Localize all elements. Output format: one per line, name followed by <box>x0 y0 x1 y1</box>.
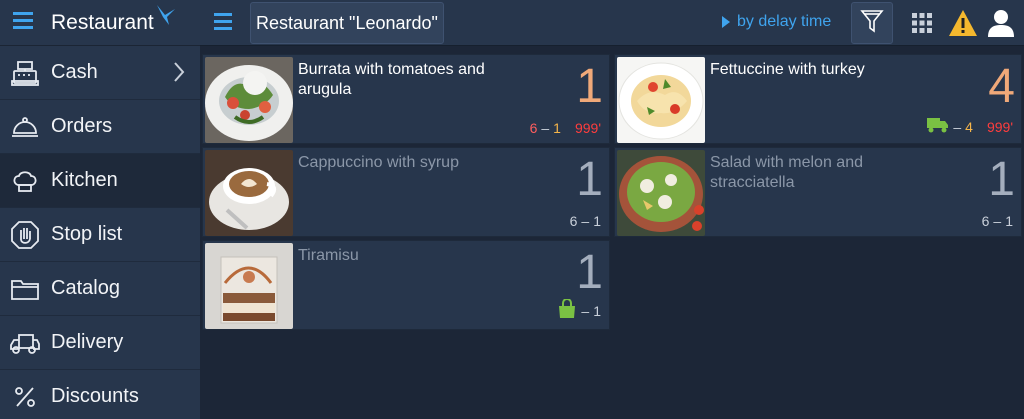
sidebar-item-label: Discounts <box>51 385 139 407</box>
sort-toggle[interactable]: by delay time <box>722 13 831 31</box>
top-bar: Restaurant "Leonardo" by delay time <box>200 0 1024 46</box>
order-card[interactable]: Fettuccine with turkey 4 – 4 999' <box>614 54 1022 144</box>
delay-time: 999' <box>986 118 1013 135</box>
order-card[interactable]: Tiramisu 1 – 1 <box>202 240 610 330</box>
cash-register-icon <box>9 57 41 89</box>
sidebar-item-label: Stop list <box>51 223 123 245</box>
dish-quantity: 1 <box>576 60 603 113</box>
dish-image-cappuccino <box>205 150 293 236</box>
sidebar-item-label: Catalog <box>51 277 120 299</box>
sidebar-item-label: Cash <box>51 61 98 83</box>
separator: – <box>581 302 590 319</box>
dish-image-fettuccine <box>617 57 705 143</box>
sidebar: Restaurant Cash Orders Kitchen Stop list <box>0 0 200 419</box>
percent-icon <box>9 381 41 413</box>
separator: – <box>581 213 590 229</box>
order-meta: 6 – 1 <box>982 213 1013 229</box>
dish-image-burrata <box>205 57 293 143</box>
table-number: 6 <box>981 213 990 229</box>
sidebar-item-kitchen[interactable]: Kitchen <box>0 154 200 208</box>
dish-quantity: 1 <box>576 246 603 299</box>
warning-icon[interactable] <box>948 9 978 42</box>
sidebar-item-orders[interactable]: Orders <box>0 100 200 154</box>
order-card[interactable]: Salad with melon and stracciatella 1 6 –… <box>614 147 1022 237</box>
separator: – <box>541 120 550 136</box>
sidebar-item-cash[interactable]: Cash <box>0 46 200 100</box>
dish-name: Cappuccino with syrup <box>298 154 459 171</box>
delay-time: 999' <box>574 120 601 136</box>
delivery-truck-icon <box>927 117 949 136</box>
restaurant-selector[interactable]: Restaurant "Leonardo" <box>250 2 444 44</box>
order-card[interactable]: Cappuccino with syrup 1 6 – 1 <box>202 147 610 237</box>
hamburger-menu-icon[interactable] <box>13 11 35 34</box>
folder-icon <box>9 273 41 305</box>
sidebar-item-catalog[interactable]: Catalog <box>0 262 200 316</box>
app-title: Restaurant <box>51 10 154 34</box>
sidebar-item-label: Kitchen <box>51 169 118 191</box>
order-meta: – 1 <box>557 298 601 322</box>
dish-quantity: 1 <box>988 153 1015 206</box>
separator: – <box>993 213 1002 229</box>
dish-image-salad <box>617 150 705 236</box>
dish-name: Burrata with tomatoes and arugula <box>298 61 485 98</box>
sidebar-item-delivery[interactable]: Delivery <box>0 316 200 370</box>
chef-hat-icon <box>9 165 41 197</box>
order-meta: 6 – 1 <box>570 213 601 229</box>
item-count: 1 <box>1005 213 1013 229</box>
dish-image-tiramisu <box>205 243 293 329</box>
dish-name: Fettuccine with turkey <box>710 61 865 78</box>
dish-quantity: 1 <box>576 153 603 206</box>
funnel-icon <box>860 8 884 39</box>
item-count: 4 <box>965 118 973 135</box>
item-count: 1 <box>553 120 561 136</box>
sidebar-item-discounts[interactable]: Discounts <box>0 370 200 419</box>
item-count: 1 <box>593 213 601 229</box>
sidebar-item-label: Delivery <box>51 331 124 353</box>
delivery-truck-icon <box>9 327 41 359</box>
sort-label: by delay time <box>737 13 832 30</box>
sidebar-item-stop-list[interactable]: Stop list <box>0 208 200 262</box>
dish-quantity: 4 <box>988 60 1015 113</box>
grid-view-icon[interactable] <box>912 13 932 38</box>
play-triangle-icon <box>722 16 730 28</box>
logo-bird-icon <box>155 3 177 32</box>
dish-name: Salad with melon and stracciatella <box>710 154 863 191</box>
sidebar-header: Restaurant <box>0 0 200 46</box>
sidebar-item-label: Orders <box>51 115 113 137</box>
order-card[interactable]: Burrata with tomatoes and arugula 1 6 – … <box>202 54 610 144</box>
order-meta: – 4 999' <box>927 117 1013 136</box>
shopping-bag-icon <box>557 298 577 322</box>
table-number: 6 <box>569 213 578 229</box>
user-icon[interactable] <box>986 8 1016 43</box>
stop-hand-icon <box>9 219 41 251</box>
chevron-right-icon <box>172 61 186 88</box>
cloche-icon <box>9 111 41 143</box>
dish-name: Tiramisu <box>298 247 359 264</box>
order-meta: 6 – 1 999' <box>530 120 601 136</box>
hamburger-menu-icon[interactable] <box>214 12 236 34</box>
table-number: 6 <box>529 120 538 136</box>
item-count: 1 <box>593 302 601 319</box>
filter-button[interactable] <box>851 2 893 44</box>
separator: – <box>953 118 962 135</box>
